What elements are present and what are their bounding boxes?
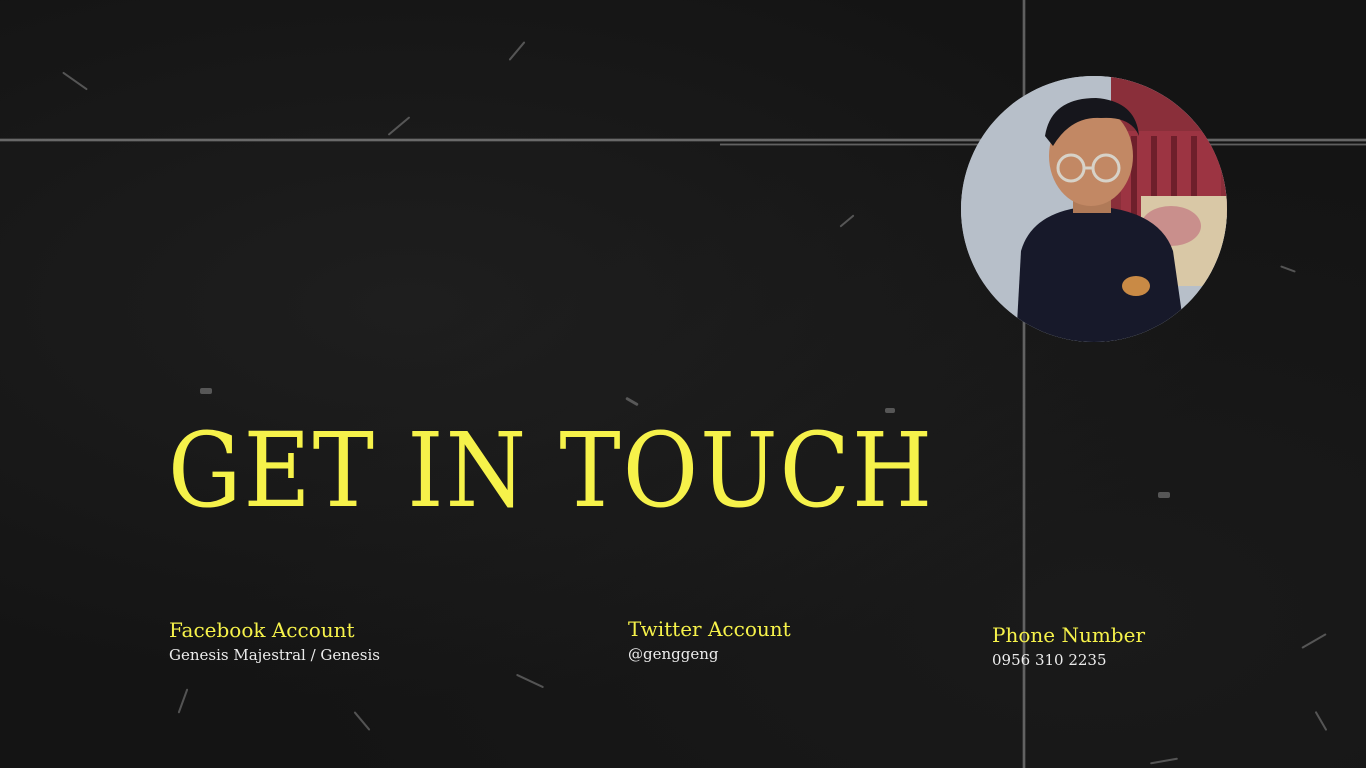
twitter-contact: Twitter Account @genggeng — [628, 617, 791, 665]
facebook-contact: Facebook Account Genesis Majestral / Gen… — [169, 618, 380, 666]
phone-contact: Phone Number 0956 310 2235 — [992, 623, 1145, 671]
dust-scratch — [1158, 492, 1170, 498]
twitter-value: @genggeng — [628, 645, 719, 663]
twitter-label: Twitter Account — [628, 617, 791, 641]
phone-value: 0956 310 2235 — [992, 651, 1107, 669]
profile-photo — [961, 76, 1227, 342]
facebook-label: Facebook Account — [169, 618, 355, 642]
profile-photo-illustration — [961, 76, 1227, 342]
dust-scratch — [200, 388, 212, 394]
facebook-value: Genesis Majestral / Genesis — [169, 646, 381, 664]
page-title: GET IN TOUCH — [168, 411, 935, 531]
phone-label: Phone Number — [992, 623, 1145, 647]
